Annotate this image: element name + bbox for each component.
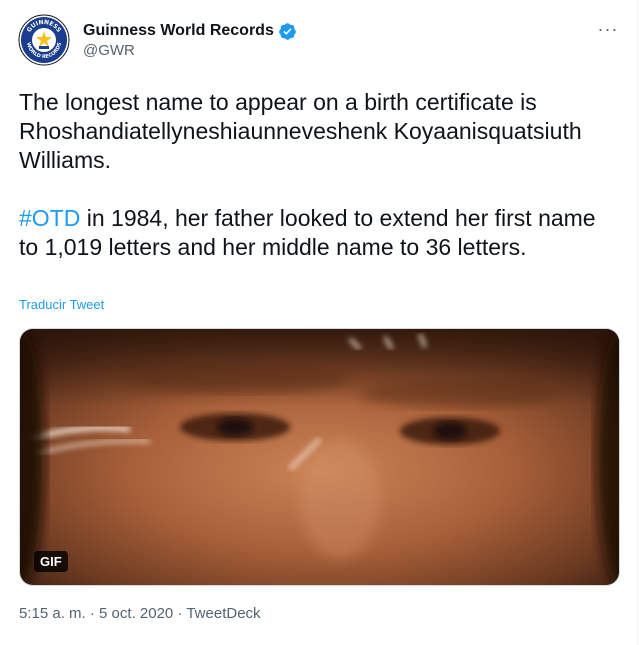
author-name-row: Guinness World Records [83,20,297,42]
author-handle[interactable]: @GWR [83,42,135,59]
gif-media[interactable]: GIF [19,328,620,586]
gwr-logo-icon: GUINNESS WORLD RECORDS [18,14,70,66]
hashtag-link[interactable]: #OTD [19,205,80,231]
tweet-metadata: 5:15 a. m. · 5 oct. 2020 · TweetDeck [19,605,261,622]
meta-separator: · [173,605,187,622]
gif-badge: GIF [34,551,68,572]
translate-tweet-link[interactable]: Traducir Tweet [19,297,104,312]
tweet-date[interactable]: 5 oct. 2020 [99,605,173,622]
tweet-text-paragraph-2: #OTD in 1984, her father looked to exten… [19,204,619,262]
display-name[interactable]: Guinness World Records [83,22,274,40]
verified-badge-icon [278,22,297,41]
tweet-time[interactable]: 5:15 a. m. [19,605,86,622]
avatar[interactable]: GUINNESS WORLD RECORDS [18,14,70,66]
more-options-icon[interactable]: ··· [597,18,619,40]
tweet-text-paragraph-1: The longest name to appear on a birth ce… [19,89,582,173]
tweet-source: TweetDeck [186,605,261,622]
tweet-text-paragraph-2-rest: in 1984, her father looked to extend her… [19,205,596,260]
gif-frame-image [20,329,619,585]
tweet-card: GUINNESS WORLD RECORDS Guinness World Re… [0,0,638,645]
meta-separator: · [85,605,100,622]
